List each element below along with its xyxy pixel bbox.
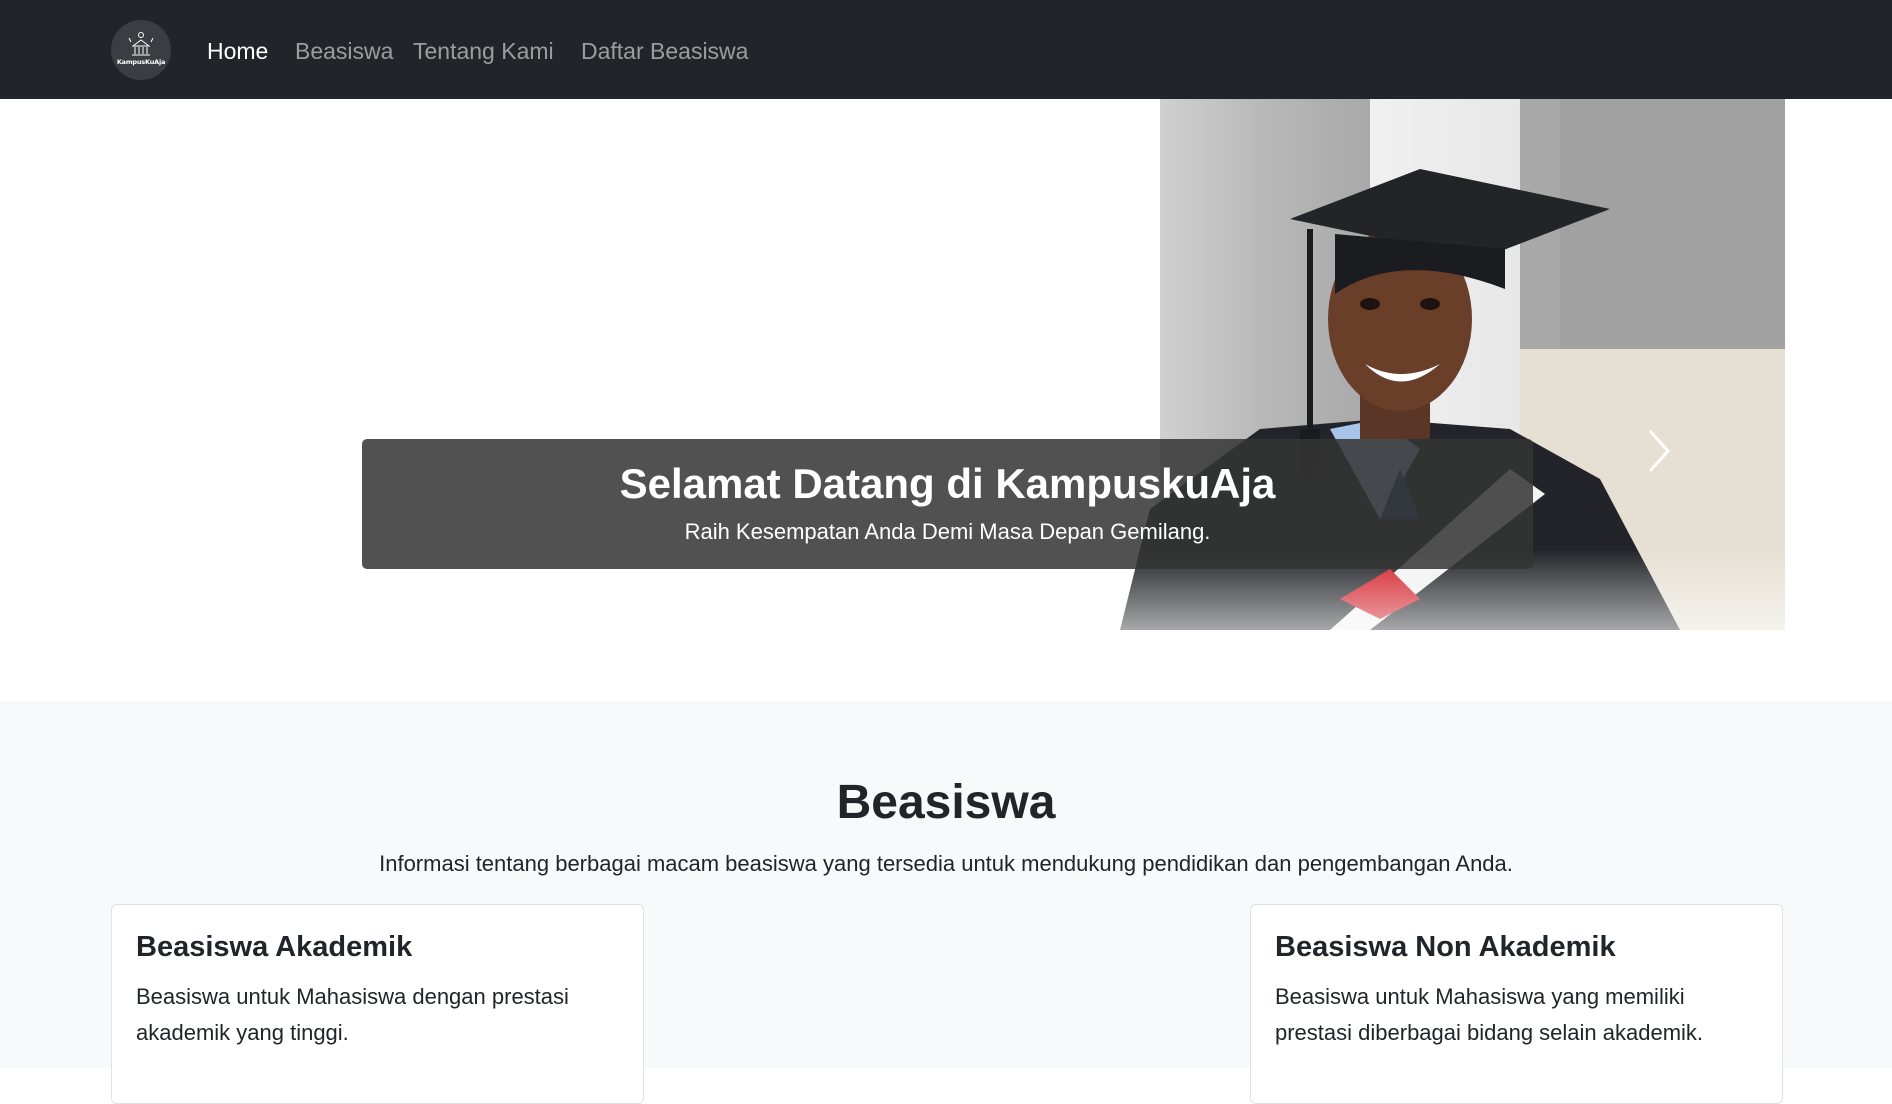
chevron-right-icon[interactable] <box>1630 399 1690 504</box>
section-lead: Informasi tentang berbagai macam beasisw… <box>379 851 1513 876</box>
card-text: Beasiswa untuk Mahasiswa dengan prestasi… <box>136 984 569 1045</box>
card-title: Beasiswa Akademik <box>136 931 413 963</box>
nav-beasiswa[interactable]: Beasiswa <box>295 37 393 65</box>
brand-logo[interactable]: KampusKuAja <box>111 20 171 80</box>
card-beasiswa-akademik[interactable]: Beasiswa Akademik Beasiswa untuk Mahasis… <box>111 904 644 1104</box>
beasiswa-section: Beasiswa Informasi tentang berbagai maca… <box>0 701 1892 1104</box>
hero-subtitle: Raih Kesempatan Anda Demi Masa Depan Gem… <box>684 519 1211 544</box>
campus-building-icon <box>128 32 154 56</box>
hero-carousel: Selamat Datang di KampuskuAja Raih Kesem… <box>0 99 1785 630</box>
nav-daftar-beasiswa[interactable]: Daftar Beasiswa <box>581 37 748 65</box>
brand-logo-text: KampusKuAja <box>116 58 166 66</box>
navbar: KampusKuAja Home Beasiswa Tentang Kami D… <box>0 0 1892 99</box>
card-title: Beasiswa Non Akademik <box>1275 931 1616 963</box>
card-text: Beasiswa untuk Mahasiswa yang memiliki p… <box>1275 984 1704 1045</box>
hero-title: Selamat Datang di KampuskuAja <box>619 460 1276 507</box>
section-title: Beasiswa <box>836 776 1056 829</box>
hero-caption: Selamat Datang di KampuskuAja Raih Kesem… <box>362 439 1533 569</box>
nav-home[interactable]: Home <box>207 37 268 65</box>
card-beasiswa-non-akademik[interactable]: Beasiswa Non Akademik Beasiswa untuk Mah… <box>1250 904 1783 1104</box>
nav-tentang-kami[interactable]: Tentang Kami <box>413 37 554 65</box>
